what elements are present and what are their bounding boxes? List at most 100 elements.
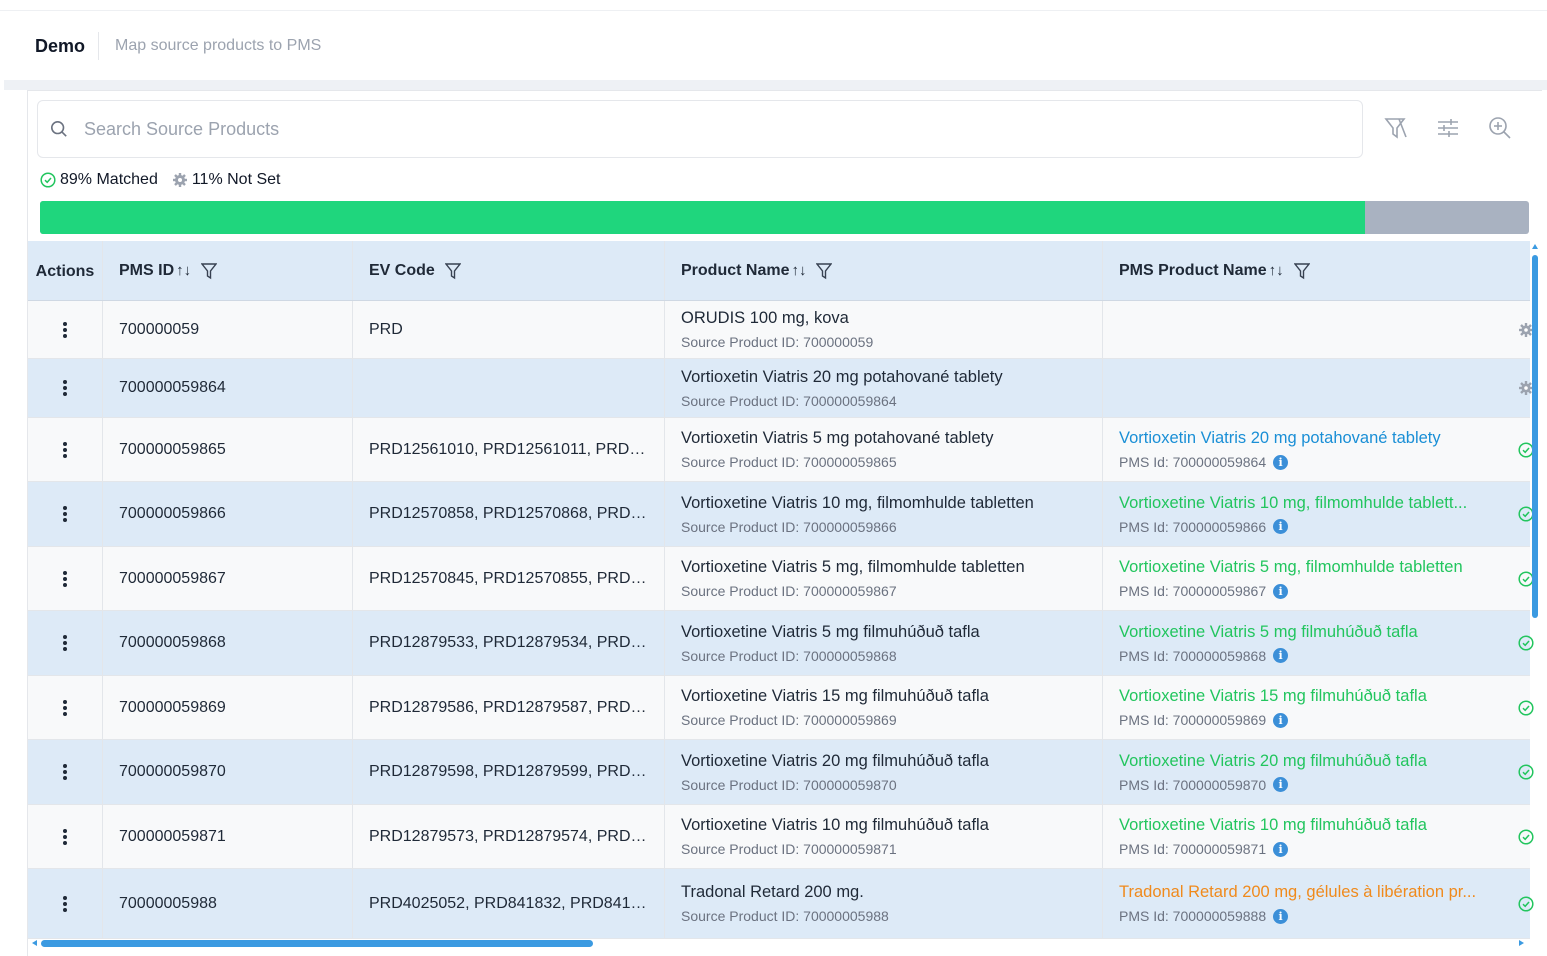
row-actions[interactable] [28,611,103,675]
cell-product-name: Vortioxetine Viatris 15 mg filmuhúðuð ta… [665,676,1103,739]
pms-product-link[interactable]: Vortioxetin Viatris 20 mg potahované tab… [1119,429,1509,448]
table-row[interactable]: 700000059866 PRD12570858, PRD12570868, PR… [28,482,1534,547]
table-row[interactable]: 700000059865 PRD12561010, PRD12561011, PR… [28,418,1534,482]
pms-product-link[interactable]: Tradonal Retard 200 mg, gélules à libéra… [1119,883,1509,902]
table-row[interactable]: 700000059864 Vortioxetin Viatris 20 mg po… [28,359,1533,418]
source-product-id-text: Source Product ID: 700000059868 [681,647,897,664]
pms-id-sub-text: PMS Id: 700000059864 [1119,454,1267,470]
source-product-id-text: Source Product ID: 700000059 [681,334,874,350]
table-row[interactable]: 70000005988 PRD4025052, PRD841832, PRD841… [28,869,1534,939]
horizontal-scrollbar[interactable] [41,940,593,947]
row-actions[interactable] [28,547,103,610]
filter-icon[interactable] [444,262,461,280]
row-actions[interactable] [28,301,103,358]
info-icon[interactable]: i [1273,583,1289,599]
search-input[interactable] [84,115,1334,143]
progress-fill [40,201,1366,234]
table-row[interactable]: 700000059871 PRD12879573, PRD12879574, PR… [28,805,1534,869]
source-product-id-text: Source Product ID: 700000059866 [681,518,897,535]
cell-pms-product-name: Tradonal Retard 200 mg, gélules à libéra… [1103,869,1534,938]
pms-product-link[interactable]: Vortioxetine Viatris 10 mg filmuhúðuð ta… [1119,816,1509,835]
source-product-id-text: Source Product ID: 700000059871 [681,841,897,857]
row-actions[interactable] [28,359,103,417]
cell-product-name: Vortioxetine Viatris 20 mg filmuhúðuð ta… [665,740,1103,804]
row-actions[interactable] [28,740,103,804]
product-name-text: Vortioxetin Viatris 5 mg potahované tabl… [681,429,994,447]
pms-product-link[interactable]: Vortioxetine Viatris 5 mg, filmomhulde t… [1119,558,1509,577]
cell-ev-code: PRD [353,301,665,358]
pms-product-link[interactable]: Vortioxetine Viatris 15 mg filmuhúðuð ta… [1119,687,1509,706]
search-box[interactable] [37,100,1363,158]
pms-id-sub-text: PMS Id: 700000059867 [1119,583,1267,599]
cell-ev-code: PRD12879533, PRD12879534, PRD12... [353,611,665,675]
col-header-product-name[interactable]: Product Name ↑↓ [665,241,1103,300]
pms-product-link[interactable]: Vortioxetine Viatris 20 mg filmuhúðuð ta… [1119,752,1509,771]
info-icon[interactable]: i [1273,519,1289,534]
scroll-right-arrow[interactable] [1519,940,1524,946]
zoom-in-icon[interactable] [1487,115,1513,141]
info-icon[interactable]: i [1273,712,1289,728]
filter-icon[interactable] [816,262,833,280]
table-row[interactable]: 700000059870 PRD12879598, PRD12879599, PR… [28,740,1534,805]
gear-icon [172,173,187,187]
filter-icon[interactable] [201,262,218,280]
scroll-up-arrow[interactable] [1532,244,1538,249]
table-row[interactable]: 700000059868 PRD12879533, PRD12879534, PR… [28,611,1534,676]
cell-pms-id: 700000059865 [103,418,353,481]
more-vertical-icon[interactable] [63,506,67,522]
product-name-text: Vortioxetine Viatris 5 mg filmuhúðuð taf… [681,622,980,641]
pms-id-sub: PMS Id: 700000059871 i [1119,841,1289,857]
ev-code-text: PRD12879573, PRD12879574, PRD128... [369,827,649,845]
col-header-pms-product-name[interactable]: PMS Product Name ↑↓ [1103,241,1530,300]
col-label-ev-code: EV Code [369,261,435,279]
cell-pms-id: 70000005988 [103,869,353,938]
more-vertical-icon[interactable] [63,321,67,338]
row-actions[interactable] [28,676,103,739]
clear-filter-icon[interactable] [1383,115,1409,141]
col-header-pms-id[interactable]: PMS ID ↑↓ [103,241,353,300]
scroll-left-arrow[interactable] [32,940,37,946]
col-header-ev-code[interactable]: EV Code [353,241,665,300]
info-icon[interactable]: i [1273,777,1289,792]
cell-ev-code: PRD12879586, PRD12879587, PRD12... [353,676,665,739]
more-vertical-icon[interactable] [63,570,67,587]
info-icon[interactable]: i [1273,841,1289,857]
more-vertical-icon[interactable] [63,828,67,845]
row-actions[interactable] [28,805,103,868]
cell-pms-id: 700000059866 [103,482,353,546]
more-vertical-icon[interactable] [63,635,67,651]
more-vertical-icon[interactable] [63,764,67,780]
more-vertical-icon[interactable] [63,699,67,716]
page-header: Demo Map source products to PMS [4,20,1547,80]
check-circle-icon [1518,635,1534,651]
row-actions[interactable] [28,482,103,546]
info-icon[interactable]: i [1273,454,1289,470]
info-icon[interactable]: i [1273,908,1289,924]
cell-product-name: Vortioxetine Viatris 5 mg filmuhúðuð taf… [665,611,1103,675]
table-row[interactable]: 700000059869 PRD12879586, PRD12879587, PR… [28,676,1534,740]
cell-product-name: Vortioxetine Viatris 10 mg, filmomhulde … [665,482,1103,546]
row-actions[interactable] [28,869,103,938]
filter-icon[interactable] [1293,262,1310,280]
sort-icon[interactable]: ↑↓ [176,262,191,279]
more-vertical-icon[interactable] [63,895,67,912]
product-name-text: Vortioxetine Viatris 10 mg, filmomhulde … [681,493,1034,512]
sort-icon[interactable]: ↑↓ [1269,262,1284,279]
match-stats: 89% Matched 11% Not Set [40,170,294,190]
sliders-icon[interactable] [1435,115,1461,141]
more-vertical-icon[interactable] [63,441,67,458]
row-actions[interactable] [28,418,103,481]
cell-ev-code: PRD12879573, PRD12879574, PRD128... [353,805,665,868]
cell-pms-product-name: Vortioxetin Viatris 20 mg potahované tab… [1103,418,1534,481]
more-vertical-icon[interactable] [63,380,67,396]
pms-id-text: 70000005988 [119,894,217,912]
sort-icon[interactable]: ↑↓ [791,262,806,279]
table-row[interactable]: 700000059 PRD ORUDIS 100 mg, kova Source Pr… [28,301,1533,359]
pms-product-link[interactable]: Vortioxetine Viatris 5 mg filmuhúðuð taf… [1119,623,1509,642]
notset-stat: 11% Not Set [172,171,280,189]
info-icon[interactable]: i [1273,648,1289,663]
vertical-scrollbar[interactable] [1532,255,1538,618]
cell-pms-product-name: Vortioxetine Viatris 10 mg filmuhúðuð ta… [1103,805,1534,868]
table-row[interactable]: 700000059867 PRD12570845, PRD12570855, PR… [28,547,1534,611]
pms-product-link[interactable]: Vortioxetine Viatris 10 mg, filmomhulde … [1119,494,1509,513]
